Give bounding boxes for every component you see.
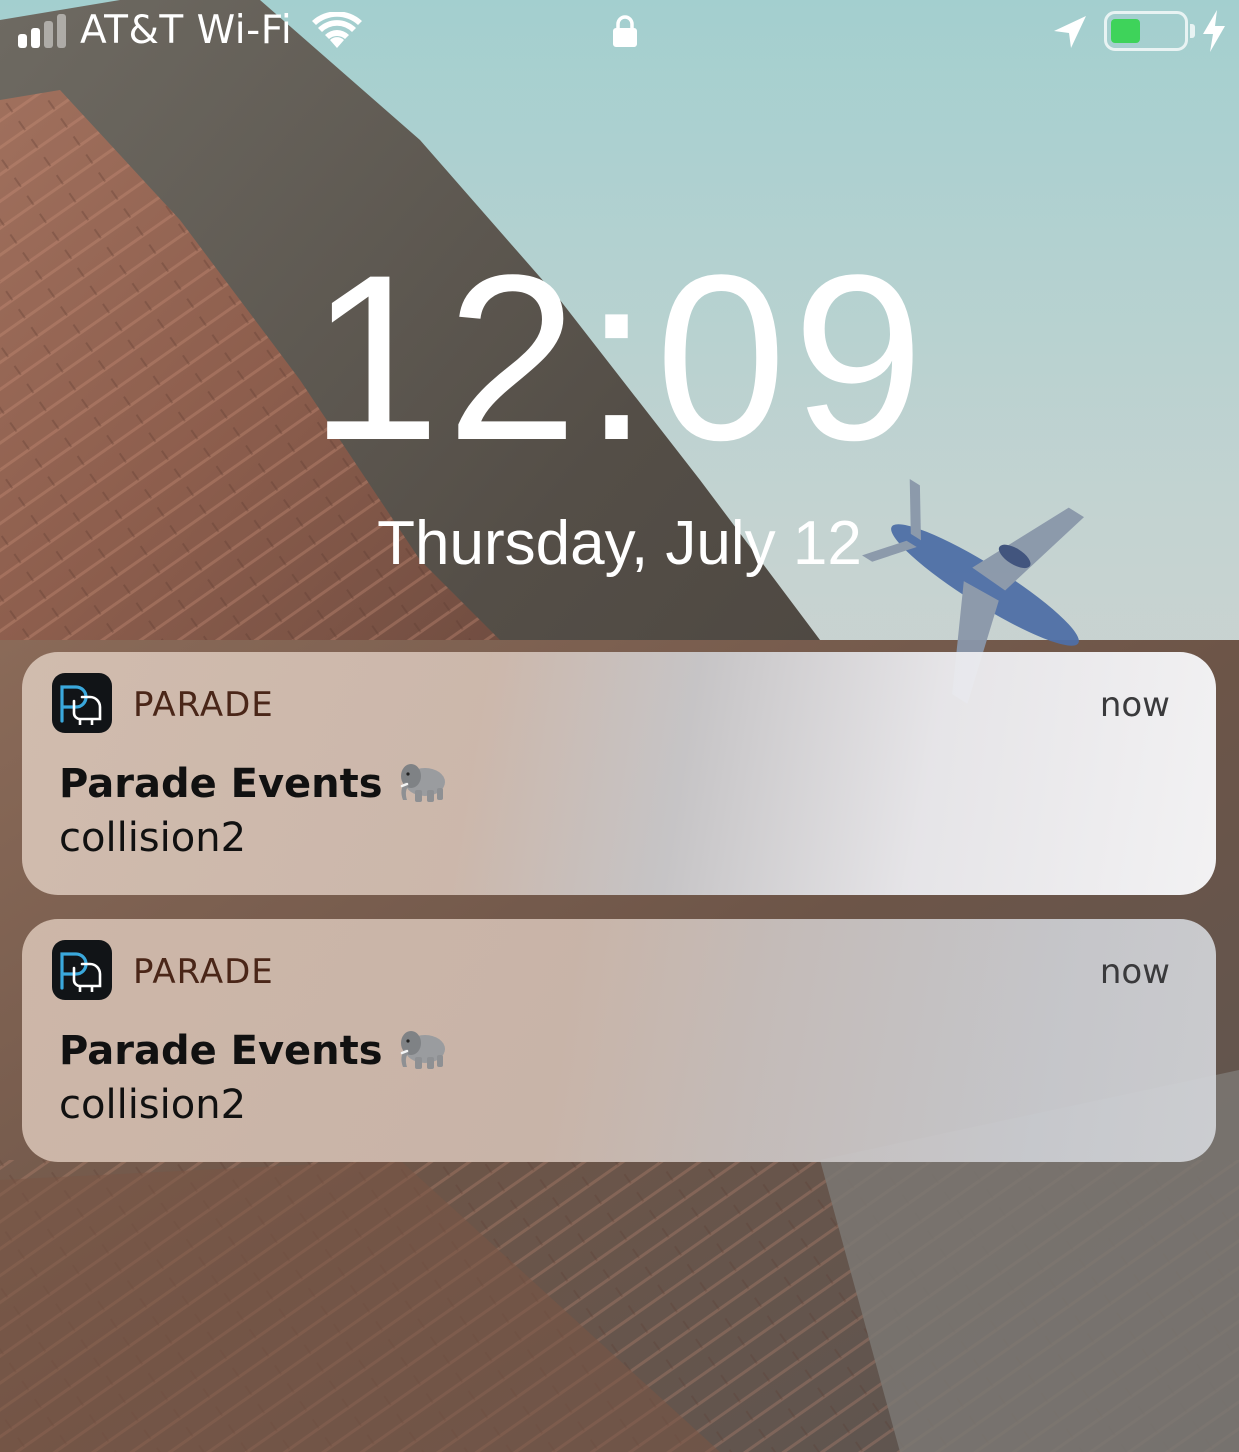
notification-title: Parade Events bbox=[59, 1027, 449, 1075]
signal-icon bbox=[18, 12, 70, 48]
notification-title-text: Parade Events bbox=[59, 761, 383, 807]
lock-screen-time: 12:09 bbox=[309, 226, 930, 490]
location-arrow-icon bbox=[1054, 16, 1086, 48]
notification-time: now bbox=[1099, 952, 1170, 992]
battery-level bbox=[1111, 19, 1140, 43]
notification-title-text: Parade Events bbox=[59, 1028, 383, 1074]
lock-screen-date: Thursday, July 12 bbox=[377, 509, 862, 578]
carrier-label: AT&T Wi-Fi bbox=[80, 8, 293, 53]
elephant-icon bbox=[400, 764, 445, 802]
battery-icon bbox=[1104, 11, 1188, 51]
parade-app-icon bbox=[52, 940, 112, 1000]
lock-icon bbox=[613, 15, 637, 47]
wifi-icon bbox=[312, 12, 362, 48]
notification-card[interactable]: PARADE now Parade Events collision2 bbox=[22, 919, 1216, 1162]
lock-screen: AT&T Wi-Fi 12:09 Thursday, July 12 PARAD… bbox=[0, 0, 1239, 1452]
elephant-icon bbox=[400, 1031, 445, 1069]
battery-nub bbox=[1190, 24, 1195, 38]
notification-title: Parade Events bbox=[59, 760, 449, 808]
charging-bolt-icon bbox=[1203, 10, 1225, 52]
status-bar: AT&T Wi-Fi bbox=[0, 0, 1239, 70]
notification-time: now bbox=[1099, 685, 1170, 725]
notification-body: collision2 bbox=[59, 1082, 247, 1128]
notification-app-name: PARADE bbox=[133, 952, 274, 992]
notification-card[interactable]: PARADE now Parade Events collision2 bbox=[22, 652, 1216, 895]
parade-app-icon bbox=[52, 673, 112, 733]
notification-app-name: PARADE bbox=[133, 685, 274, 725]
notification-body: collision2 bbox=[59, 815, 247, 861]
